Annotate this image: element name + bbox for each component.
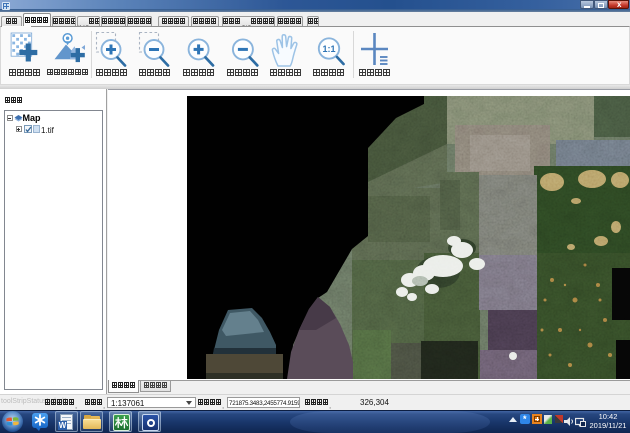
svg-text:1:1: 1:1 — [322, 44, 335, 54]
